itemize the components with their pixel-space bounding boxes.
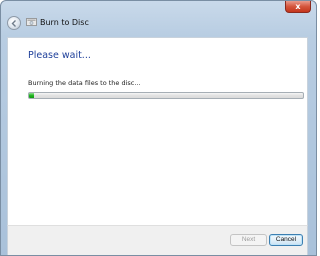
- progress-bar: [28, 92, 304, 99]
- content-area: Please wait... Burning the data files to…: [7, 37, 308, 225]
- progress-bar-fill: [29, 93, 35, 98]
- title-bar: Burn to Disc x: [1, 1, 316, 37]
- burn-disc-icon: [26, 18, 37, 26]
- back-arrow-icon: [11, 20, 16, 27]
- cancel-button[interactable]: Cancel: [269, 234, 303, 246]
- close-icon: x: [295, 2, 301, 11]
- next-button[interactable]: Next: [230, 234, 267, 246]
- window-title: Burn to Disc: [40, 18, 89, 27]
- burn-to-disc-window: Burn to Disc x Please wait... Burning th…: [0, 0, 317, 256]
- button-bar: Next Cancel: [7, 225, 308, 255]
- status-text: Burning the data files to the disc...: [28, 79, 141, 87]
- close-button[interactable]: x: [285, 1, 311, 13]
- back-button[interactable]: [7, 16, 21, 30]
- page-heading: Please wait...: [28, 50, 91, 61]
